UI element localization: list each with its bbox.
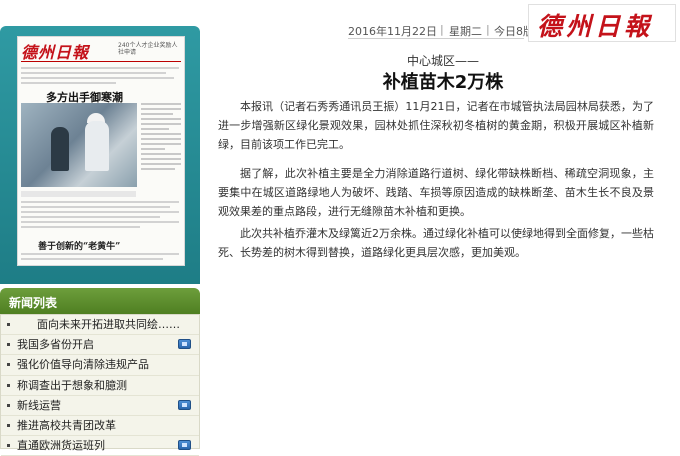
thumbnail-text-block [21, 253, 179, 263]
thumbnail-side-column [141, 103, 181, 173]
bullet-icon [7, 423, 10, 427]
news-list-item[interactable]: 我国多省份开启 [1, 335, 199, 356]
news-item-title[interactable]: 面向未来开拓进取共同绘…… [37, 317, 180, 332]
news-list-item[interactable]: 直通欧洲货运班列 [1, 436, 199, 456]
separator: | [486, 23, 490, 36]
thumbnail-text-block [21, 67, 179, 87]
article-headline: 补植苗木2万株 [382, 72, 504, 93]
thumbnail-masthead: 德州日報 [21, 43, 90, 62]
brand-logo[interactable]: 德州日報 [528, 4, 676, 42]
news-item-title[interactable]: 称调查出于想象和臆测 [17, 378, 127, 393]
news-item-title[interactable]: 直通欧洲货运班列 [17, 438, 105, 453]
news-list-header: 新闻列表 [0, 288, 200, 314]
news-list-item[interactable]: 称调查出于想象和臆测 [1, 376, 199, 396]
article-paragraph: 据了解，此次补植主要是全力消除道路行道树、绿化带缺株断档、稀疏空洞现象，主要集中… [218, 167, 654, 218]
news-list-item[interactable]: 推进高校共青团改革 [1, 416, 199, 437]
news-item-title[interactable]: 我国多省份开启 [17, 337, 94, 352]
news-list: 面向未来开拓进取共同绘…… 我国多省份开启强化价值导向清除违规产品 称调查出于想象和… [0, 314, 200, 456]
news-item-title[interactable]: 新线运营 [17, 398, 61, 413]
newspaper-page-thumbnail[interactable]: 德州日報 240个人才企业奖励人社申请 多方出手御寒潮 善于创新的“老黄牛” [17, 36, 185, 266]
bullet-icon [7, 383, 10, 387]
bullet-icon [7, 323, 10, 326]
thumbnail-caption-bar [21, 191, 136, 197]
bullet-icon [7, 403, 10, 407]
article-paragraph: 此次共补植乔灌木及绿篱近2万余株。通过绿化补植可以使绿地得到全面修复，一些枯死、… [218, 227, 654, 259]
video-icon[interactable] [178, 339, 191, 350]
weekday-text: 星期二 [449, 25, 482, 38]
thumbnail-bottom-headline: 善于创新的“老黄牛” [38, 242, 121, 252]
news-item-title[interactable]: 推进高校共青团改革 [17, 418, 116, 433]
video-icon[interactable] [178, 399, 191, 410]
news-list-item[interactable]: 面向未来开拓进取共同绘…… [1, 315, 199, 336]
newspaper-thumbnail-frame: 德州日報 240个人才企业奖励人社申请 多方出手御寒潮 善于创新的“老黄牛” ⇄ [0, 26, 200, 308]
bullet-icon [7, 363, 10, 367]
thumbnail-photo [21, 103, 137, 187]
thumbnail-header-text: 240个人才企业奖励人社申请 [118, 42, 178, 56]
bullet-icon [7, 343, 10, 347]
article-subtitle: 中心城区—— [406, 54, 479, 68]
news-list-item[interactable]: 强化价值导向清除违规产品 [1, 355, 199, 376]
date-text: 2016年11月22日 [348, 25, 437, 38]
divider [21, 61, 181, 62]
news-item-title[interactable]: 强化价值导向清除违规产品 [17, 357, 149, 372]
separator: | [440, 23, 444, 36]
article-area: 2016年11月22日 | 星期二 | 今日8版 德州日報 中心城区—— 补植苗… [206, 0, 680, 449]
brand-logo-text: 德州日報 [537, 12, 654, 41]
article-paragraph: 本报讯（记者石秀秀通讯员王振）11月21日，记者在市城管执法局园林局获悉，为了进… [218, 100, 654, 151]
thumbnail-text-block [21, 201, 179, 231]
bullet-icon [7, 444, 10, 448]
left-panel: 德州日報 240个人才企业奖励人社申请 多方出手御寒潮 善于创新的“老黄牛” ⇄ [0, 0, 200, 456]
news-list-item[interactable]: 新线运营 [1, 396, 199, 416]
news-list-title: 新闻列表 [9, 296, 58, 310]
date-bar: 2016年11月22日 | 星期二 | 今日8版 [348, 20, 534, 39]
